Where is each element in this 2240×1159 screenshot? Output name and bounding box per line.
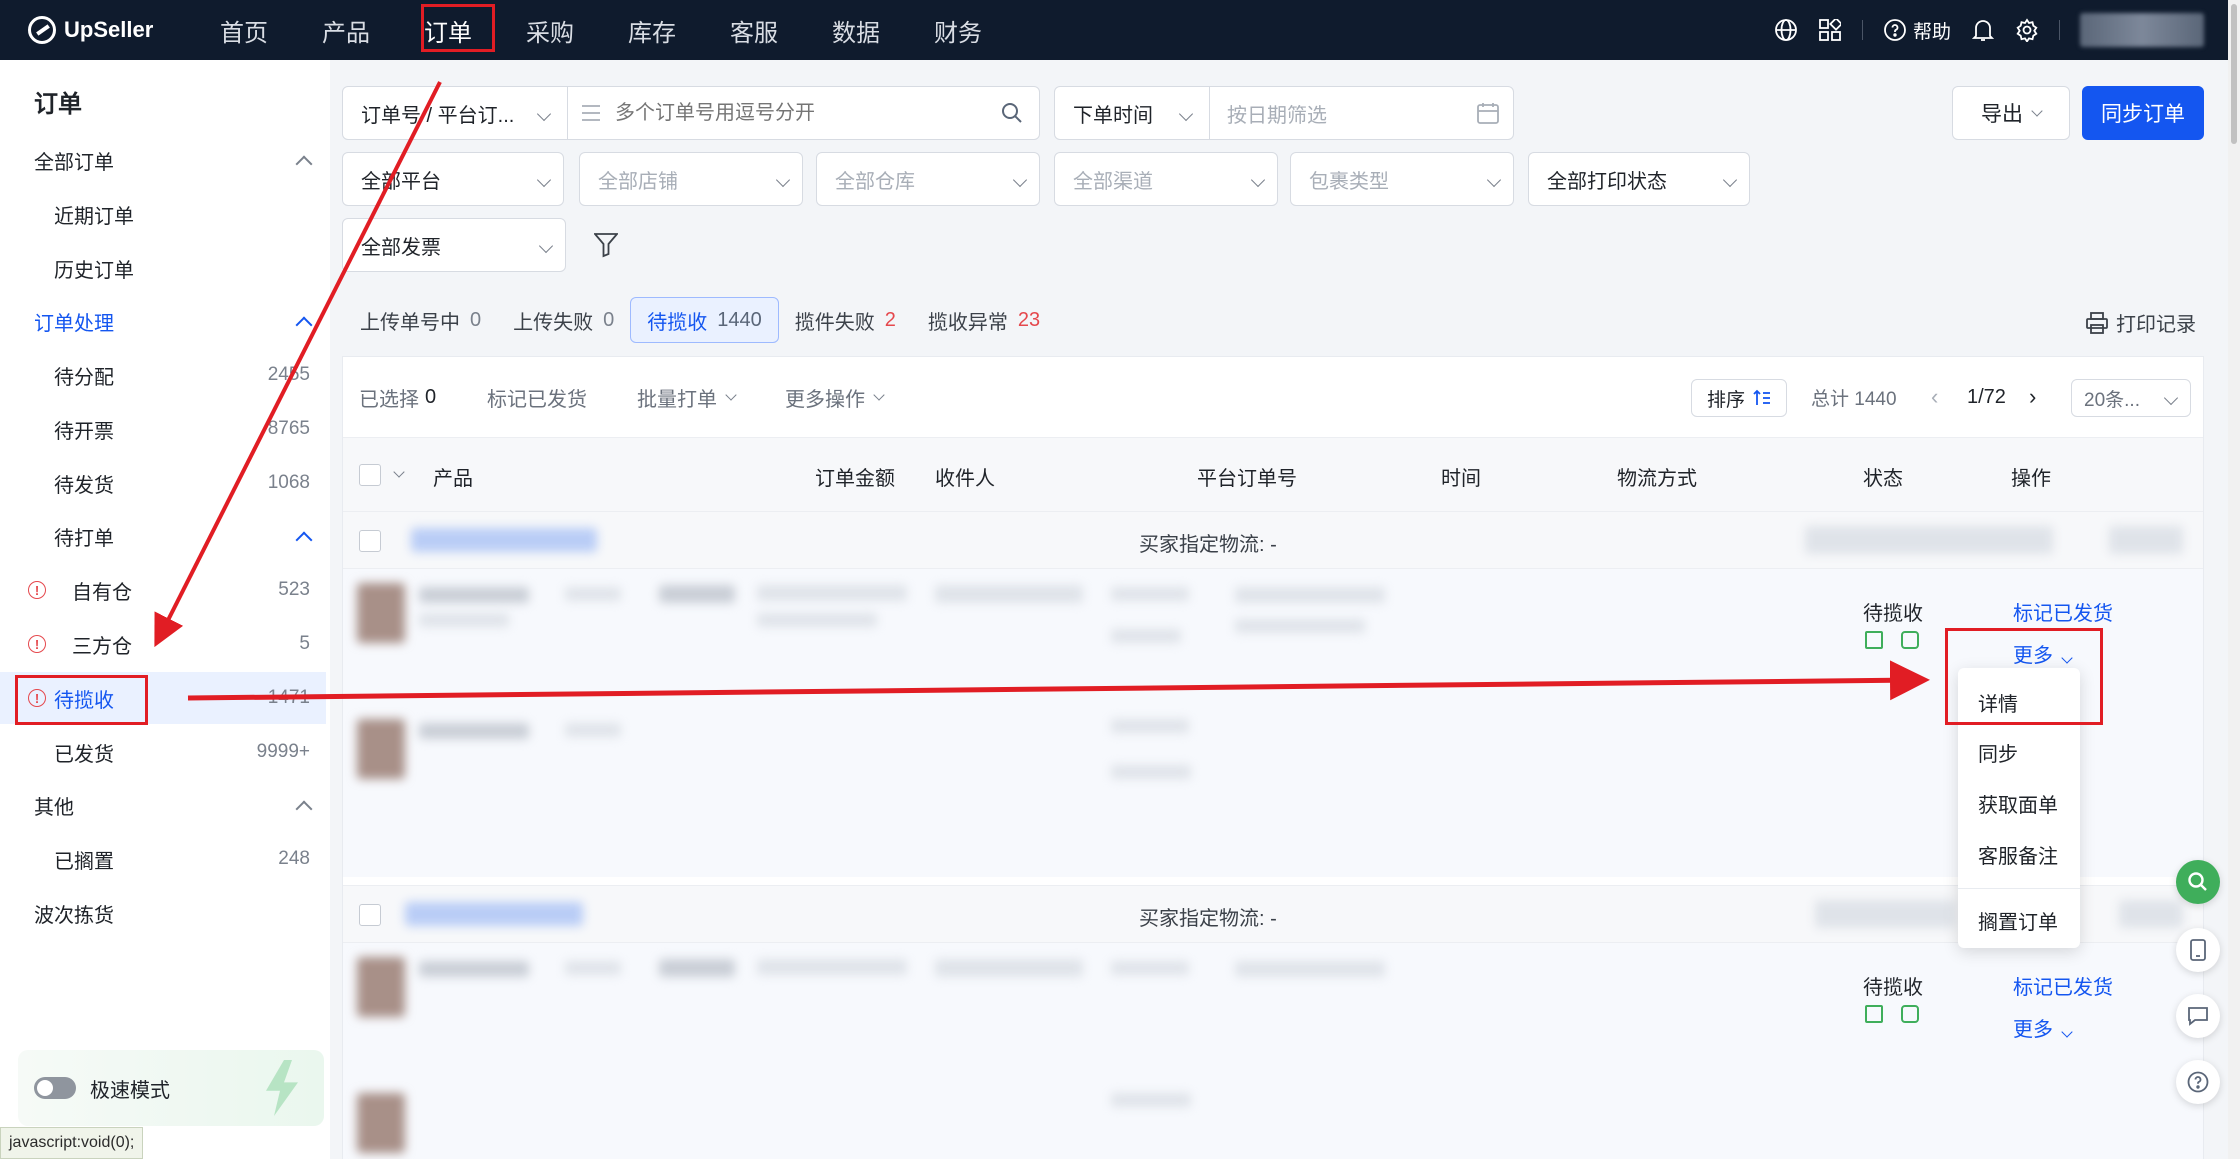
annotation-arrows xyxy=(154,81,1930,701)
